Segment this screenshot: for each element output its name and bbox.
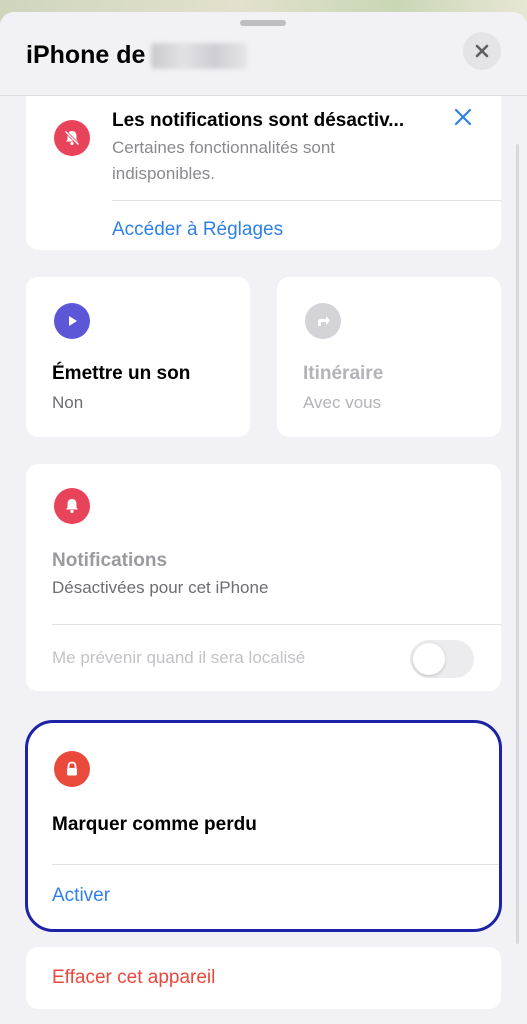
banner-subtitle-line2: indisponibles.	[112, 164, 216, 183]
directions-card[interactable]: Itinéraire Avec vous	[277, 277, 501, 437]
lost-mode-card: Marquer comme perdu Activer	[26, 721, 501, 932]
banner-subtitle-line1: Certaines fonctionnalités sont	[112, 138, 336, 157]
directions-arrow-icon	[305, 303, 341, 339]
erase-device-link[interactable]: Effacer cet appareil	[52, 967, 215, 989]
bell-icon	[54, 488, 90, 524]
notifications-card: Notifications Désactivées pour cet iPhon…	[26, 464, 501, 691]
notifications-disabled-banner: Les notifications sont désactiv... Certa…	[26, 72, 501, 250]
directions-subtitle: Avec vous	[303, 393, 382, 412]
lost-mode-divider	[52, 864, 501, 865]
notify-when-found-toggle[interactable]	[410, 640, 474, 678]
x-icon	[454, 108, 472, 126]
directions-title: Itinéraire	[303, 363, 384, 384]
page-title: iPhone de	[26, 41, 248, 70]
play-icon	[54, 303, 90, 339]
dismiss-banner-button[interactable]	[452, 106, 478, 132]
lock-icon	[54, 751, 90, 787]
erase-device-card[interactable]: Effacer cet appareil	[26, 947, 501, 1009]
bell-slash-icon	[54, 120, 90, 156]
play-sound-subtitle: Non	[52, 393, 84, 412]
play-sound-card[interactable]: Émettre un son Non	[26, 277, 250, 437]
open-settings-link[interactable]: Accéder à Réglages	[112, 219, 283, 241]
redacted-owner-name	[151, 42, 248, 69]
device-name: iPhone de	[26, 41, 146, 69]
sheet-grabber[interactable]	[240, 20, 286, 26]
banner-divider	[112, 200, 501, 201]
notifications-title: Notifications	[52, 550, 168, 571]
notifications-divider	[52, 624, 501, 625]
scroll-indicator[interactable]	[516, 144, 519, 944]
device-sheet: Les notifications sont désactiv... Certa…	[0, 12, 527, 1024]
close-icon	[475, 44, 489, 58]
activate-lost-mode-link[interactable]: Activer	[52, 885, 110, 907]
play-sound-title: Émettre un son	[52, 363, 191, 384]
close-button[interactable]	[463, 32, 501, 70]
notify-when-found-label: Me prévenir quand il sera localisé	[52, 648, 306, 667]
toggle-knob	[413, 643, 445, 675]
banner-title: Les notifications sont désactiv...	[112, 110, 405, 131]
notifications-subtitle: Désactivées pour cet iPhone	[52, 578, 269, 597]
sheet-header: iPhone de	[0, 12, 527, 96]
lost-mode-title: Marquer comme perdu	[52, 814, 257, 835]
